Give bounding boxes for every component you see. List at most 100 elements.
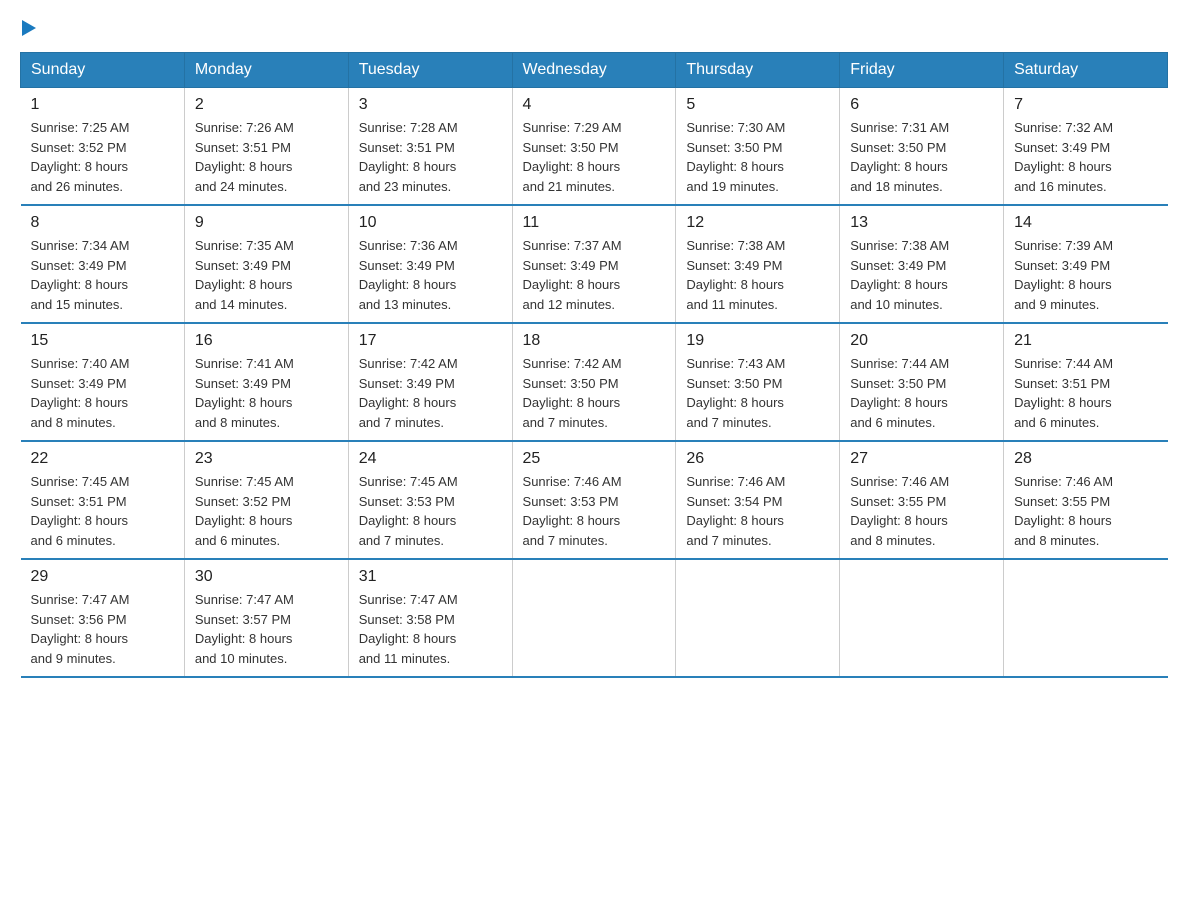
day-number: 4 xyxy=(523,96,666,114)
day-number: 3 xyxy=(359,96,502,114)
day-info: Sunrise: 7:41 AMSunset: 3:49 PMDaylight:… xyxy=(195,354,338,432)
header-cell-wednesday: Wednesday xyxy=(512,53,676,88)
calendar-cell: 31 Sunrise: 7:47 AMSunset: 3:58 PMDayligh… xyxy=(348,559,512,677)
calendar-week-row: 1 Sunrise: 7:25 AMSunset: 3:52 PMDaylight… xyxy=(21,88,1168,206)
day-number: 12 xyxy=(686,214,829,232)
calendar-table: SundayMondayTuesdayWednesdayThursdayFrid… xyxy=(20,52,1168,678)
day-number: 20 xyxy=(850,332,993,350)
calendar-cell: 2Sunrise: 7:26 AMSunset: 3:51 PMDaylight… xyxy=(184,88,348,206)
header-cell-sunday: Sunday xyxy=(21,53,185,88)
header-cell-saturday: Saturday xyxy=(1004,53,1168,88)
day-info: Sunrise: 7:43 AMSunset: 3:50 PMDaylight:… xyxy=(686,354,829,432)
day-info: Sunrise: 7:36 AMSunset: 3:49 PMDaylight:… xyxy=(359,236,502,314)
day-info: Sunrise: 7:31 AMSunset: 3:50 PMDaylight:… xyxy=(850,118,993,196)
calendar-cell: 20 Sunrise: 7:44 AMSunset: 3:50 PMDayligh… xyxy=(840,323,1004,441)
day-number: 10 xyxy=(359,214,502,232)
day-number: 31 xyxy=(359,568,502,586)
logo-arrow-icon xyxy=(22,20,36,36)
day-number: 29 xyxy=(31,568,174,586)
day-info: Sunrise: 7:42 AMSunset: 3:50 PMDaylight:… xyxy=(523,354,666,432)
day-number: 8 xyxy=(31,214,174,232)
calendar-week-row: 22 Sunrise: 7:45 AMSunset: 3:51 PMDayligh… xyxy=(21,441,1168,559)
day-info: Sunrise: 7:46 AMSunset: 3:53 PMDaylight:… xyxy=(523,472,666,550)
calendar-cell: 15Sunrise: 7:40 AMSunset: 3:49 PMDayligh… xyxy=(21,323,185,441)
day-number: 22 xyxy=(31,450,174,468)
day-number: 9 xyxy=(195,214,338,232)
day-info: Sunrise: 7:26 AMSunset: 3:51 PMDaylight:… xyxy=(195,118,338,196)
header-cell-monday: Monday xyxy=(184,53,348,88)
header-cell-friday: Friday xyxy=(840,53,1004,88)
calendar-cell: 28 Sunrise: 7:46 AMSunset: 3:55 PMDayligh… xyxy=(1004,441,1168,559)
calendar-cell: 10 Sunrise: 7:36 AMSunset: 3:49 PMDayligh… xyxy=(348,205,512,323)
calendar-cell: 6 Sunrise: 7:31 AMSunset: 3:50 PMDaylight… xyxy=(840,88,1004,206)
day-info: Sunrise: 7:46 AMSunset: 3:54 PMDaylight:… xyxy=(686,472,829,550)
calendar-cell: 26 Sunrise: 7:46 AMSunset: 3:54 PMDayligh… xyxy=(676,441,840,559)
day-info: Sunrise: 7:37 AMSunset: 3:49 PMDaylight:… xyxy=(523,236,666,314)
day-info: Sunrise: 7:38 AMSunset: 3:49 PMDaylight:… xyxy=(850,236,993,314)
calendar-cell: 30Sunrise: 7:47 AMSunset: 3:57 PMDayligh… xyxy=(184,559,348,677)
header-cell-thursday: Thursday xyxy=(676,53,840,88)
day-number: 23 xyxy=(195,450,338,468)
calendar-cell: 13 Sunrise: 7:38 AMSunset: 3:49 PMDayligh… xyxy=(840,205,1004,323)
day-number: 28 xyxy=(1014,450,1157,468)
calendar-week-row: 15Sunrise: 7:40 AMSunset: 3:49 PMDayligh… xyxy=(21,323,1168,441)
day-number: 26 xyxy=(686,450,829,468)
day-info: Sunrise: 7:40 AMSunset: 3:49 PMDaylight:… xyxy=(31,354,174,432)
calendar-cell: 23Sunrise: 7:45 AMSunset: 3:52 PMDayligh… xyxy=(184,441,348,559)
page-header xyxy=(20,20,1168,36)
calendar-header-row: SundayMondayTuesdayWednesdayThursdayFrid… xyxy=(21,53,1168,88)
calendar-cell: 8 Sunrise: 7:34 AMSunset: 3:49 PMDaylight… xyxy=(21,205,185,323)
calendar-cell: 3 Sunrise: 7:28 AMSunset: 3:51 PMDaylight… xyxy=(348,88,512,206)
day-info: Sunrise: 7:47 AMSunset: 3:58 PMDaylight:… xyxy=(359,590,502,668)
day-info: Sunrise: 7:46 AMSunset: 3:55 PMDaylight:… xyxy=(1014,472,1157,550)
calendar-cell: 21 Sunrise: 7:44 AMSunset: 3:51 PMDayligh… xyxy=(1004,323,1168,441)
calendar-cell: 1 Sunrise: 7:25 AMSunset: 3:52 PMDaylight… xyxy=(21,88,185,206)
day-info: Sunrise: 7:28 AMSunset: 3:51 PMDaylight:… xyxy=(359,118,502,196)
day-number: 24 xyxy=(359,450,502,468)
day-info: Sunrise: 7:29 AMSunset: 3:50 PMDaylight:… xyxy=(523,118,666,196)
day-number: 6 xyxy=(850,96,993,114)
day-number: 21 xyxy=(1014,332,1157,350)
day-info: Sunrise: 7:47 AMSunset: 3:57 PMDaylight:… xyxy=(195,590,338,668)
calendar-cell: 4 Sunrise: 7:29 AMSunset: 3:50 PMDaylight… xyxy=(512,88,676,206)
day-info: Sunrise: 7:44 AMSunset: 3:50 PMDaylight:… xyxy=(850,354,993,432)
day-info: Sunrise: 7:47 AMSunset: 3:56 PMDaylight:… xyxy=(31,590,174,668)
day-info: Sunrise: 7:32 AMSunset: 3:49 PMDaylight:… xyxy=(1014,118,1157,196)
calendar-cell: 18 Sunrise: 7:42 AMSunset: 3:50 PMDayligh… xyxy=(512,323,676,441)
day-number: 5 xyxy=(686,96,829,114)
day-info: Sunrise: 7:42 AMSunset: 3:49 PMDaylight:… xyxy=(359,354,502,432)
calendar-cell: 24 Sunrise: 7:45 AMSunset: 3:53 PMDayligh… xyxy=(348,441,512,559)
day-number: 1 xyxy=(31,96,174,114)
day-number: 11 xyxy=(523,214,666,232)
day-number: 13 xyxy=(850,214,993,232)
header-cell-tuesday: Tuesday xyxy=(348,53,512,88)
day-number: 25 xyxy=(523,450,666,468)
day-info: Sunrise: 7:39 AMSunset: 3:49 PMDaylight:… xyxy=(1014,236,1157,314)
day-info: Sunrise: 7:25 AMSunset: 3:52 PMDaylight:… xyxy=(31,118,174,196)
day-info: Sunrise: 7:38 AMSunset: 3:49 PMDaylight:… xyxy=(686,236,829,314)
calendar-cell: 22 Sunrise: 7:45 AMSunset: 3:51 PMDayligh… xyxy=(21,441,185,559)
day-info: Sunrise: 7:45 AMSunset: 3:53 PMDaylight:… xyxy=(359,472,502,550)
calendar-cell: 5 Sunrise: 7:30 AMSunset: 3:50 PMDaylight… xyxy=(676,88,840,206)
calendar-week-row: 29 Sunrise: 7:47 AMSunset: 3:56 PMDayligh… xyxy=(21,559,1168,677)
calendar-week-row: 8 Sunrise: 7:34 AMSunset: 3:49 PMDaylight… xyxy=(21,205,1168,323)
day-number: 14 xyxy=(1014,214,1157,232)
calendar-cell: 19Sunrise: 7:43 AMSunset: 3:50 PMDayligh… xyxy=(676,323,840,441)
day-info: Sunrise: 7:34 AMSunset: 3:49 PMDaylight:… xyxy=(31,236,174,314)
calendar-cell: 27 Sunrise: 7:46 AMSunset: 3:55 PMDayligh… xyxy=(840,441,1004,559)
logo xyxy=(20,20,36,36)
calendar-cell xyxy=(676,559,840,677)
day-info: Sunrise: 7:30 AMSunset: 3:50 PMDaylight:… xyxy=(686,118,829,196)
day-number: 16 xyxy=(195,332,338,350)
calendar-cell: 7 Sunrise: 7:32 AMSunset: 3:49 PMDaylight… xyxy=(1004,88,1168,206)
calendar-cell: 16 Sunrise: 7:41 AMSunset: 3:49 PMDayligh… xyxy=(184,323,348,441)
calendar-cell: 17Sunrise: 7:42 AMSunset: 3:49 PMDayligh… xyxy=(348,323,512,441)
day-number: 18 xyxy=(523,332,666,350)
calendar-cell: 29 Sunrise: 7:47 AMSunset: 3:56 PMDayligh… xyxy=(21,559,185,677)
day-number: 7 xyxy=(1014,96,1157,114)
day-number: 27 xyxy=(850,450,993,468)
day-info: Sunrise: 7:45 AMSunset: 3:51 PMDaylight:… xyxy=(31,472,174,550)
day-info: Sunrise: 7:44 AMSunset: 3:51 PMDaylight:… xyxy=(1014,354,1157,432)
day-info: Sunrise: 7:46 AMSunset: 3:55 PMDaylight:… xyxy=(850,472,993,550)
calendar-cell xyxy=(840,559,1004,677)
